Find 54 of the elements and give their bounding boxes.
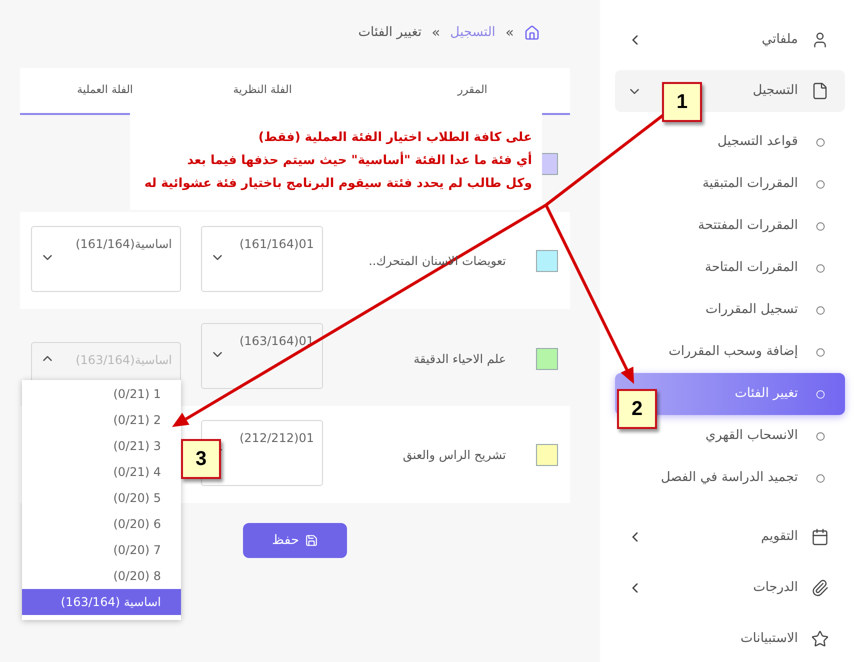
annotation-text: أي فئة ما عدا الفئة "أساسية" حيث سيتم حذفها فيما بعد	[186, 150, 532, 169]
callout-tooltip: 1	[662, 82, 702, 122]
dropdown-option[interactable]: 7 (0/20)	[22, 537, 181, 563]
breadcrumb-separator: »	[505, 24, 514, 42]
column-header: المقرر	[456, 82, 488, 98]
dropdown-option[interactable]: 8 (0/20)	[22, 563, 181, 589]
submenu-item[interactable]: قواعد التسجيل	[615, 121, 845, 163]
submenu-item[interactable]: المقررات المفتتحة	[615, 205, 845, 247]
circle-icon	[816, 138, 824, 146]
dropdown-option[interactable]: 6 (0/20)	[22, 511, 181, 537]
dropdown-option[interactable]: 3 (0/21)	[22, 433, 181, 459]
circle-icon	[816, 474, 824, 482]
course-name: علم الاحياء الدقيقة	[414, 350, 506, 368]
submenu-item[interactable]: المقررات المتاحة	[615, 247, 845, 289]
annotation-text: على كافة الطلاب اختيار الفئة العملية (فقط)	[257, 128, 532, 146]
breadcrumb-current: تغيير الفئات	[358, 24, 422, 42]
save-button[interactable]: حفظ	[243, 523, 347, 558]
submenu-item[interactable]: المقررات المتبقية	[615, 163, 845, 205]
dropdown-option[interactable]: 4 (0/21)	[22, 459, 181, 485]
dropdown-option[interactable]: 2 (0/21)	[22, 407, 181, 433]
dropdown-option[interactable]: 5 (0/20)	[22, 485, 181, 511]
paperclip-icon	[811, 579, 829, 597]
submenu-item[interactable]: تجميد الدراسة في الفصل	[615, 457, 845, 499]
select-field[interactable]: 01(163/164)	[201, 323, 323, 389]
breadcrumb-separator: »	[432, 24, 440, 42]
calendar-icon	[811, 528, 829, 546]
circle-icon	[816, 348, 824, 356]
callout-tooltip: 3	[181, 439, 221, 479]
sidebar-item[interactable]: ملفاتي	[615, 19, 845, 61]
callout-tooltip: 2	[617, 389, 657, 429]
submenu-item[interactable]: تسجيل المقررات	[615, 289, 845, 331]
select-field[interactable]: 01(161/164)	[201, 226, 323, 292]
column-header: الفلة العملية	[77, 82, 133, 98]
circle-icon	[816, 306, 824, 314]
circle-icon	[816, 264, 824, 272]
course-name: تشريح الراس والعنق	[402, 446, 506, 464]
circle-icon	[816, 180, 824, 188]
submenu-item[interactable]: إضافة وسحب المقررات	[615, 331, 845, 373]
sidebar-item[interactable]: الدرجات	[615, 567, 845, 609]
user-icon	[811, 31, 829, 49]
annotation-text: وكل طالب لم يحدد فئتة سيقوم البرنامج باختيار فئة عشوائية له	[143, 174, 532, 192]
circle-icon	[816, 222, 824, 230]
file-icon	[811, 82, 829, 100]
save-icon	[304, 534, 318, 547]
column-header: الفلة النظرية	[233, 82, 292, 98]
home-icon[interactable]	[524, 25, 540, 41]
sidebar-item[interactable]: التقويم	[615, 516, 845, 558]
circle-icon	[816, 432, 824, 440]
select-field[interactable]: اساسية(161/164)	[31, 226, 181, 292]
circle-icon	[816, 390, 824, 398]
sidebar-item[interactable]: الاستبيانات	[615, 618, 845, 660]
breadcrumb-link[interactable]: التسجيل	[450, 23, 496, 43]
dropdown-option[interactable]: اساسية (163/164)	[22, 589, 181, 615]
star-icon	[811, 630, 829, 648]
